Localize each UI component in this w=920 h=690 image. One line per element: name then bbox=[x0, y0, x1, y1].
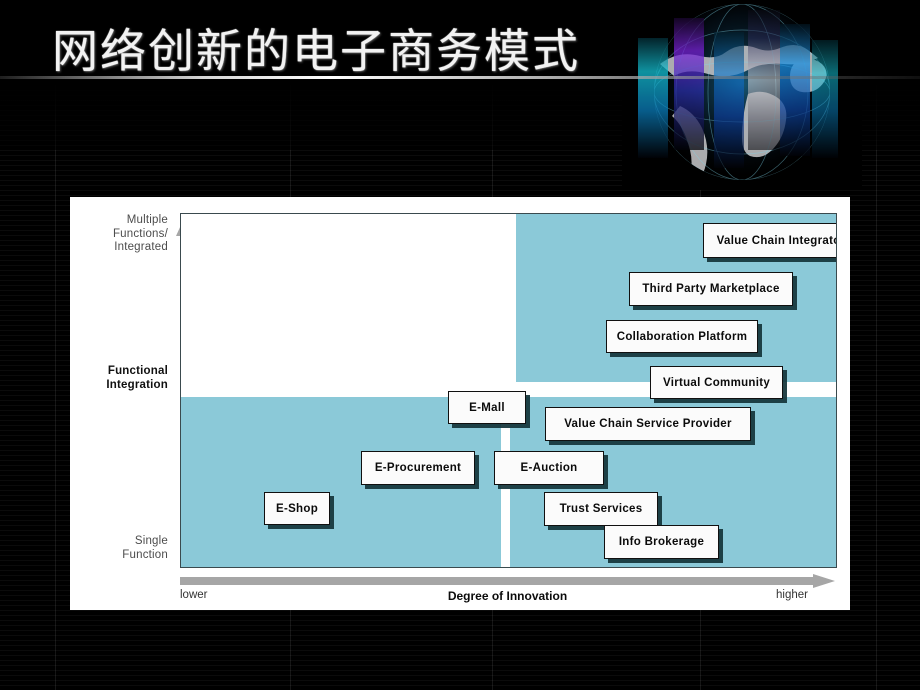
model-box-e-mall[interactable]: E-Mall bbox=[448, 391, 526, 424]
model-box-trust-services[interactable]: Trust Services bbox=[544, 492, 658, 526]
model-box-info-brokerage[interactable]: Info Brokerage bbox=[604, 525, 719, 559]
y-axis-label-bottom: Single Function bbox=[92, 535, 168, 562]
y-axis-label-top-line2: Functions/ bbox=[112, 227, 168, 240]
y-axis-label-top: Multiple Functions/ Integrated bbox=[92, 214, 168, 255]
y-axis-title: Functional Integration bbox=[80, 365, 168, 392]
model-box-value-chain-service-provider[interactable]: Value Chain Service Provider bbox=[545, 407, 751, 441]
model-box-e-shop[interactable]: E-Shop bbox=[264, 492, 330, 525]
y-axis-label-bottom-line2: Function bbox=[122, 548, 168, 561]
model-box-virtual-community[interactable]: Virtual Community bbox=[650, 366, 783, 399]
y-axis-title-line1: Functional bbox=[107, 365, 168, 377]
y-axis-label-bottom-line1: Single bbox=[134, 535, 168, 547]
x-axis-title: Degree of Innovation bbox=[447, 589, 568, 603]
page-title: 网络创新的电子商务模式 bbox=[52, 24, 580, 78]
model-box-value-chain-integrator[interactable]: Value Chain Integrator bbox=[703, 223, 836, 258]
x-axis-arrow-icon bbox=[180, 574, 835, 588]
model-box-e-procurement[interactable]: E-Procurement bbox=[361, 451, 475, 485]
y-axis-label-top-line3: Integrated bbox=[114, 241, 168, 253]
plot-area: Value Chain Integrator Third Party Marke… bbox=[180, 213, 837, 568]
model-box-e-auction[interactable]: E-Auction bbox=[494, 451, 604, 485]
model-box-third-party-marketplace[interactable]: Third Party Marketplace bbox=[629, 272, 793, 306]
chart-panel: Multiple Functions/ Integrated Functiona… bbox=[70, 197, 850, 610]
y-axis-title-line2: Integration bbox=[106, 378, 168, 391]
x-axis-label-right: higher bbox=[776, 589, 808, 601]
y-axis-label-top-line1: Multiple bbox=[126, 214, 168, 226]
slide-header: 网络创新的电子商务模式 bbox=[0, 0, 920, 150]
model-box-collaboration-platform[interactable]: Collaboration Platform bbox=[606, 320, 758, 353]
